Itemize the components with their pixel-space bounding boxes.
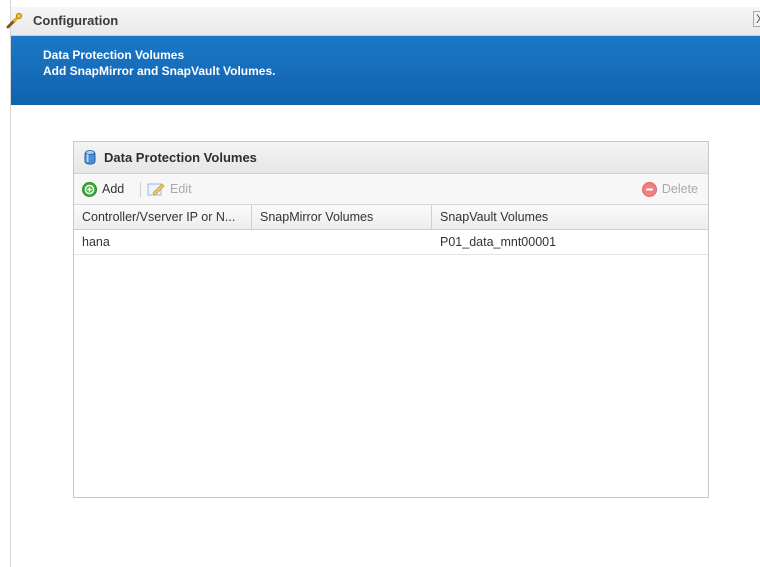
column-header-controller[interactable]: Controller/Vserver IP or N... bbox=[74, 205, 252, 229]
close-button[interactable]: X bbox=[753, 11, 760, 27]
cell-snapmirror bbox=[252, 230, 432, 254]
table-header: Controller/Vserver IP or N... SnapMirror… bbox=[74, 205, 708, 230]
panel-toolbar: Add Edit Delete bbox=[74, 174, 708, 205]
edit-icon bbox=[147, 183, 165, 196]
window-title: Configuration bbox=[33, 13, 119, 28]
delete-label: Delete bbox=[661, 182, 698, 196]
configuration-window: Configuration X Data Protection Volumes … bbox=[6, 0, 760, 567]
add-button[interactable]: Add bbox=[82, 180, 124, 198]
edit-label: Edit bbox=[170, 182, 192, 196]
delete-button[interactable]: Delete bbox=[641, 180, 698, 198]
toolbar-separator bbox=[140, 182, 141, 197]
column-header-snapvault[interactable]: SnapVault Volumes bbox=[432, 205, 708, 229]
banner-title: Data Protection Volumes bbox=[43, 48, 185, 62]
banner-subtitle: Add SnapMirror and SnapVault Volumes. bbox=[43, 64, 276, 78]
delete-icon bbox=[641, 181, 657, 197]
column-header-snapmirror[interactable]: SnapMirror Volumes bbox=[252, 205, 432, 229]
panel-title: Data Protection Volumes bbox=[104, 150, 257, 165]
database-icon bbox=[84, 149, 96, 166]
header-banner: Data Protection Volumes Add SnapMirror a… bbox=[11, 36, 760, 105]
cell-controller: hana bbox=[82, 235, 110, 249]
add-label: Add bbox=[102, 182, 125, 196]
add-icon bbox=[82, 181, 97, 197]
window-titlebar: Configuration X bbox=[6, 7, 760, 36]
table-row[interactable]: hana P01_data_mnt00001 bbox=[74, 230, 708, 255]
data-protection-panel: Data Protection Volumes Add Edit Delete … bbox=[73, 141, 709, 498]
cell-snapvault: P01_data_mnt00001 bbox=[440, 235, 557, 249]
panel-header: Data Protection Volumes bbox=[74, 142, 708, 174]
wrench-icon bbox=[5, 12, 23, 30]
edit-button[interactable]: Edit bbox=[147, 180, 192, 198]
